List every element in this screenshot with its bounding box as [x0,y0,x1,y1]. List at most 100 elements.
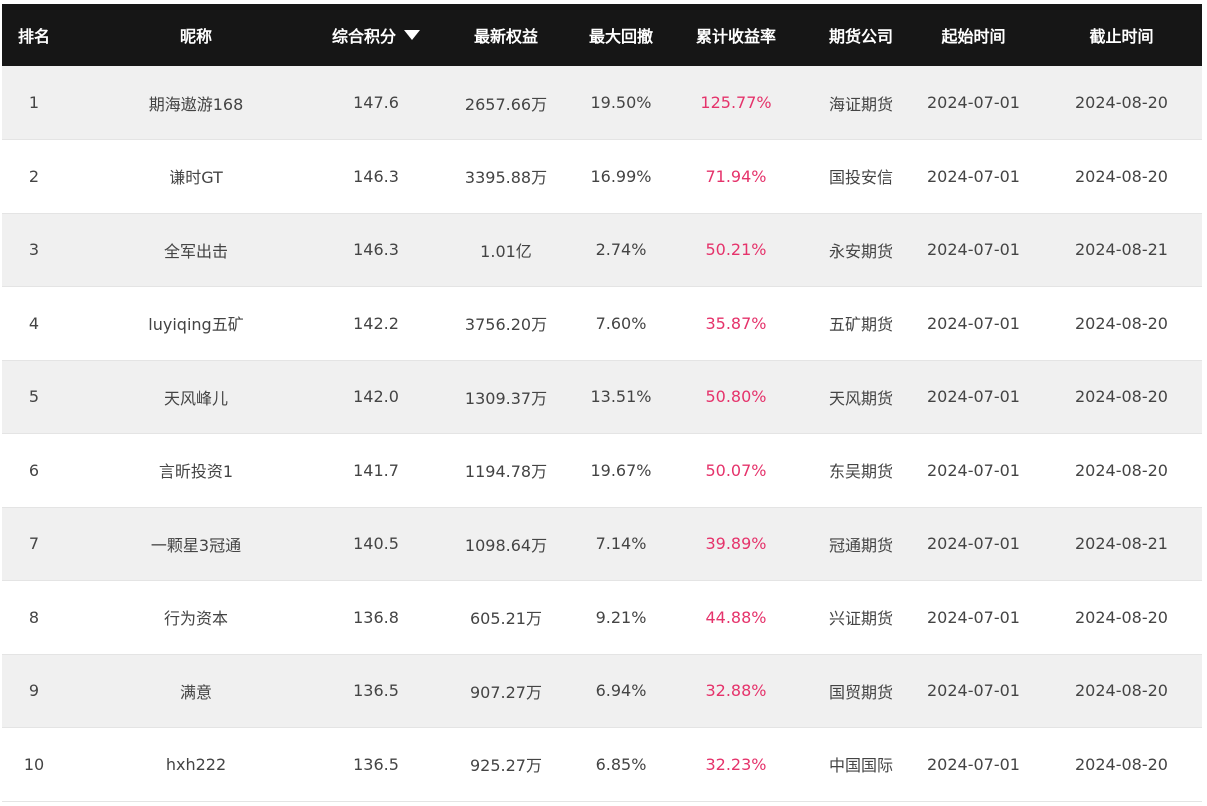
cell-end: 2024-08-20 [1041,433,1202,508]
header-rank[interactable]: 排名 [2,4,66,66]
cell-nickname: 全军出击 [66,213,326,287]
cell-drawdown: 7.14% [586,507,656,581]
cell-nickname: 期海遨游168 [66,66,326,140]
cell-yield: 35.87% [656,286,816,361]
cell-score: 136.5 [326,654,426,728]
cell-equity: 1194.78万 [426,433,586,508]
header-start[interactable]: 起始时间 [906,4,1041,66]
table-header: 排名 昵称 综合积分 最新权益 最大回撤 累计收益率 期货公司 起始时间 截止时… [2,4,1202,66]
cell-rank: 9 [2,654,66,728]
cell-start: 2024-07-01 [906,433,1041,508]
cell-drawdown: 19.50% [586,66,656,140]
cell-company: 海证期货 [816,66,906,140]
cell-company: 兴证期货 [816,580,906,655]
cell-yield: 50.80% [656,360,816,434]
cell-yield: 32.88% [656,654,816,728]
cell-rank: 7 [2,507,66,581]
header-equity[interactable]: 最新权益 [426,4,586,66]
cell-company: 冠通期货 [816,507,906,581]
table-row[interactable]: 3 全军出击 146.3 1.01亿 2.74% 50.21% 永安期货 202… [2,213,1202,287]
cell-score: 147.6 [326,66,426,140]
cell-start: 2024-07-01 [906,66,1041,140]
cell-company: 东吴期货 [816,433,906,508]
cell-end: 2024-08-21 [1041,507,1202,581]
cell-nickname: 行为资本 [66,580,326,655]
table-row[interactable]: 8 行为资本 136.8 605.21万 9.21% 44.88% 兴证期货 2… [2,580,1202,655]
table-row[interactable]: 5 天风峰儿 142.0 1309.37万 13.51% 50.80% 天风期货… [2,360,1202,434]
cell-end: 2024-08-20 [1041,580,1202,655]
cell-end: 2024-08-20 [1041,286,1202,361]
table-row[interactable]: 4 luyiqing五矿 142.2 3756.20万 7.60% 35.87%… [2,286,1202,361]
cell-start: 2024-07-01 [906,507,1041,581]
cell-start: 2024-07-01 [906,654,1041,728]
cell-equity: 605.21万 [426,580,586,655]
cell-nickname: hxh222 [66,727,326,802]
cell-start: 2024-07-01 [906,360,1041,434]
cell-rank: 2 [2,139,66,214]
header-drawdown[interactable]: 最大回撤 [586,4,656,66]
cell-equity: 1.01亿 [426,213,586,287]
cell-drawdown: 2.74% [586,213,656,287]
cell-company: 五矿期货 [816,286,906,361]
cell-start: 2024-07-01 [906,727,1041,802]
cell-rank: 8 [2,580,66,655]
cell-equity: 2657.66万 [426,66,586,140]
table-row[interactable]: 1 期海遨游168 147.6 2657.66万 19.50% 125.77% … [2,66,1202,140]
header-nickname[interactable]: 昵称 [66,4,326,66]
cell-yield: 32.23% [656,727,816,802]
cell-equity: 3395.88万 [426,139,586,214]
cell-score: 146.3 [326,213,426,287]
cell-score: 142.2 [326,286,426,361]
table-row[interactable]: 10 hxh222 136.5 925.27万 6.85% 32.23% 中国国… [2,727,1202,802]
cell-nickname: 一颗星3冠通 [66,507,326,581]
table-row[interactable]: 2 谦时GT 146.3 3395.88万 16.99% 71.94% 国投安信… [2,139,1202,214]
cell-yield: 71.94% [656,139,816,214]
cell-score: 141.7 [326,433,426,508]
cell-rank: 6 [2,433,66,508]
cell-rank: 3 [2,213,66,287]
cell-nickname: luyiqing五矿 [66,286,326,361]
header-score[interactable]: 综合积分 [326,4,426,66]
cell-start: 2024-07-01 [906,213,1041,287]
table-row[interactable]: 9 满意 136.5 907.27万 6.94% 32.88% 国贸期货 202… [2,654,1202,728]
header-score-label: 综合积分 [331,27,396,46]
header-end[interactable]: 截止时间 [1041,4,1202,66]
cell-yield: 50.07% [656,433,816,508]
cell-drawdown: 6.85% [586,727,656,802]
triangle-down-icon[interactable] [404,30,420,40]
cell-end: 2024-08-20 [1041,360,1202,434]
header-yield[interactable]: 累计收益率 [656,4,816,66]
cell-company: 永安期货 [816,213,906,287]
table-row[interactable]: 6 言昕投资1 141.7 1194.78万 19.67% 50.07% 东吴期… [2,433,1202,508]
cell-score: 142.0 [326,360,426,434]
cell-nickname: 谦时GT [66,139,326,214]
cell-rank: 4 [2,286,66,361]
cell-drawdown: 9.21% [586,580,656,655]
cell-end: 2024-08-20 [1041,66,1202,140]
cell-end: 2024-08-20 [1041,727,1202,802]
cell-company: 天风期货 [816,360,906,434]
header-row: 排名 昵称 综合积分 最新权益 最大回撤 累计收益率 期货公司 起始时间 截止时… [2,4,1202,66]
cell-equity: 3756.20万 [426,286,586,361]
cell-nickname: 言昕投资1 [66,433,326,508]
cell-score: 136.5 [326,727,426,802]
cell-start: 2024-07-01 [906,286,1041,361]
cell-end: 2024-08-20 [1041,654,1202,728]
cell-score: 136.8 [326,580,426,655]
cell-company: 中国国际 [816,727,906,802]
cell-drawdown: 7.60% [586,286,656,361]
cell-start: 2024-07-01 [906,580,1041,655]
header-company[interactable]: 期货公司 [816,4,906,66]
cell-equity: 925.27万 [426,727,586,802]
table-body: 1 期海遨游168 147.6 2657.66万 19.50% 125.77% … [2,66,1202,802]
table-row[interactable]: 7 一颗星3冠通 140.5 1098.64万 7.14% 39.89% 冠通期… [2,507,1202,581]
cell-end: 2024-08-21 [1041,213,1202,287]
cell-equity: 1098.64万 [426,507,586,581]
cell-yield: 44.88% [656,580,816,655]
ranking-table-container: 排名 昵称 综合积分 最新权益 最大回撤 累计收益率 期货公司 起始时间 截止时… [0,0,1207,806]
cell-yield: 125.77% [656,66,816,140]
cell-company: 国贸期货 [816,654,906,728]
cell-nickname: 满意 [66,654,326,728]
cell-drawdown: 13.51% [586,360,656,434]
cell-drawdown: 6.94% [586,654,656,728]
